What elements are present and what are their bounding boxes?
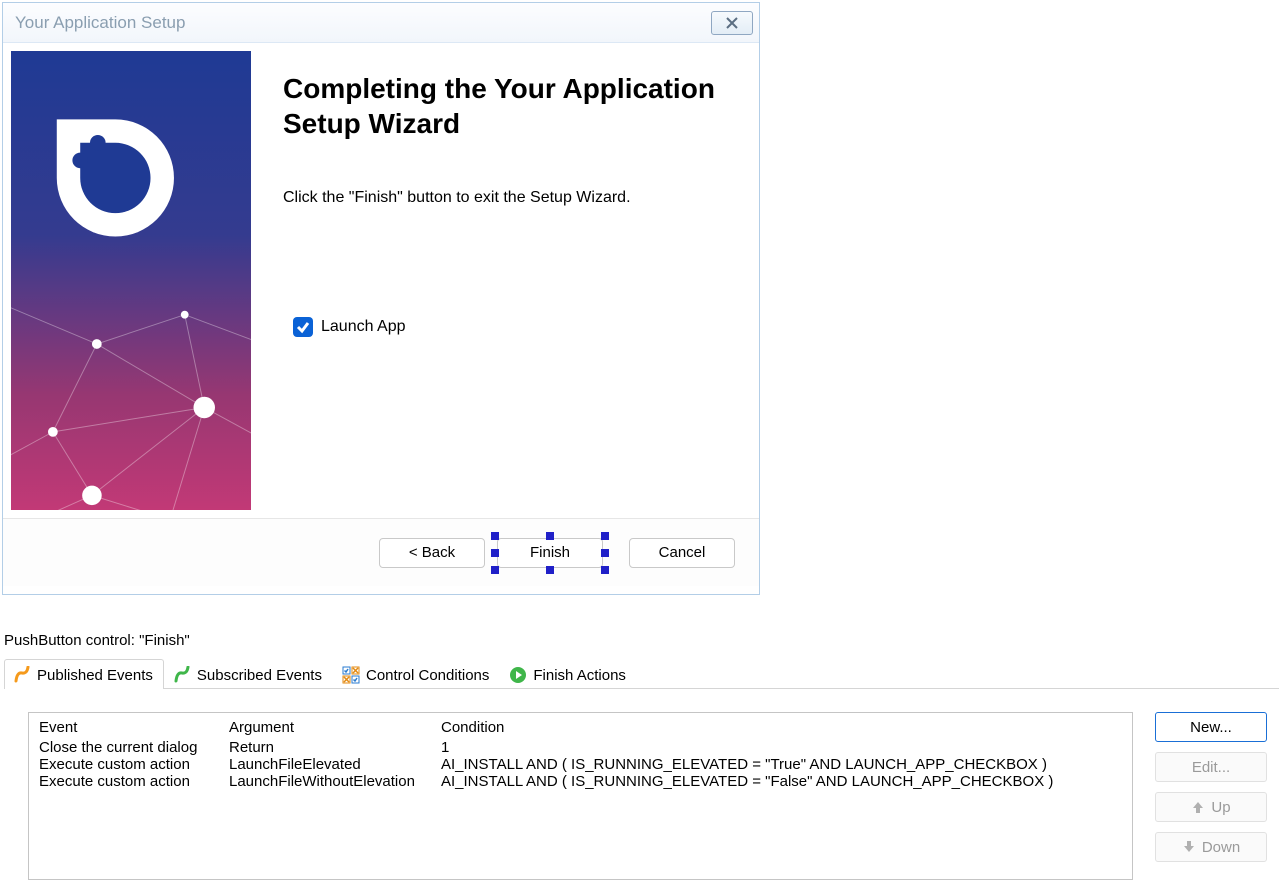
setup-wizard-dialog: Your Application Setup xyxy=(2,2,760,595)
close-icon xyxy=(725,16,739,30)
tab-label: Finish Actions xyxy=(533,667,626,684)
launch-app-label: Launch App xyxy=(321,318,406,336)
cell-argument: LaunchFileWithoutElevation xyxy=(229,773,441,790)
back-button[interactable]: < Back xyxy=(379,538,485,568)
published-events-icon xyxy=(13,666,31,684)
table-row[interactable]: Close the current dialog Return 1 xyxy=(39,739,1122,756)
tab-label: Control Conditions xyxy=(366,667,489,684)
banner-graphic-icon xyxy=(11,51,251,510)
published-events-panel: Event Argument Condition Close the curre… xyxy=(0,694,1283,884)
control-properties-title: PushButton control: "Finish" xyxy=(4,632,190,649)
tab-control-conditions[interactable]: Control Conditions xyxy=(333,659,500,689)
close-button[interactable] xyxy=(711,11,753,35)
checkmark-icon xyxy=(296,320,310,334)
selection-handle-icon[interactable] xyxy=(601,549,609,557)
finish-button-selected[interactable]: Finish xyxy=(493,534,607,572)
selection-handle-icon[interactable] xyxy=(546,532,554,540)
arrow-up-icon xyxy=(1191,800,1205,814)
finish-actions-icon xyxy=(509,666,527,684)
wizard-instruction: Click the "Finish" button to exit the Se… xyxy=(283,189,735,207)
events-side-buttons: New... Edit... Up Down xyxy=(1155,712,1267,880)
selection-handle-icon[interactable] xyxy=(491,549,499,557)
arrow-down-icon xyxy=(1182,840,1196,854)
move-up-button[interactable]: Up xyxy=(1155,792,1267,822)
selection-handle-icon[interactable] xyxy=(491,532,499,540)
tab-label: Subscribed Events xyxy=(197,667,322,684)
cell-event: Execute custom action xyxy=(39,756,229,773)
move-down-button[interactable]: Down xyxy=(1155,832,1267,862)
dialog-title: Your Application Setup xyxy=(9,13,185,33)
edit-event-button[interactable]: Edit... xyxy=(1155,752,1267,782)
finish-button[interactable]: Finish xyxy=(497,538,603,568)
selection-handle-icon[interactable] xyxy=(491,566,499,574)
table-header: Event Argument Condition xyxy=(39,719,1122,739)
subscribed-events-icon xyxy=(173,666,191,684)
selection-handle-icon[interactable] xyxy=(601,566,609,574)
cell-argument: LaunchFileElevated xyxy=(229,756,441,773)
properties-tabs: Published Events Subscribed Events Contr… xyxy=(4,658,1279,689)
tab-finish-actions[interactable]: Finish Actions xyxy=(500,659,637,689)
cancel-button[interactable]: Cancel xyxy=(629,538,735,568)
cell-condition: AI_INSTALL AND ( IS_RUNNING_ELEVATED = "… xyxy=(441,773,1122,790)
cell-event: Execute custom action xyxy=(39,773,229,790)
col-event-header: Event xyxy=(39,719,229,736)
wizard-banner xyxy=(11,51,251,510)
cell-argument: Return xyxy=(229,739,441,756)
tab-label: Published Events xyxy=(37,667,153,684)
tab-subscribed-events[interactable]: Subscribed Events xyxy=(164,659,333,689)
dialog-titlebar: Your Application Setup xyxy=(3,3,759,43)
events-table[interactable]: Event Argument Condition Close the curre… xyxy=(28,712,1133,880)
control-conditions-icon xyxy=(342,666,360,684)
launch-app-checkbox[interactable] xyxy=(293,317,313,337)
col-condition-header: Condition xyxy=(441,719,1122,736)
table-row[interactable]: Execute custom action LaunchFileElevated… xyxy=(39,756,1122,773)
wizard-main-area: Completing the Your Application Setup Wi… xyxy=(259,43,759,518)
tab-published-events[interactable]: Published Events xyxy=(4,659,164,689)
dialog-content: Completing the Your Application Setup Wi… xyxy=(3,43,759,518)
cell-event: Close the current dialog xyxy=(39,739,229,756)
table-row[interactable]: Execute custom action LaunchFileWithoutE… xyxy=(39,773,1122,790)
dialog-footer: < Back Finish Cancel xyxy=(3,518,759,586)
button-label: Up xyxy=(1211,799,1230,816)
col-argument-header: Argument xyxy=(229,719,441,736)
button-label: Down xyxy=(1202,839,1240,856)
new-event-button[interactable]: New... xyxy=(1155,712,1267,742)
selection-handle-icon[interactable] xyxy=(546,566,554,574)
wizard-heading: Completing the Your Application Setup Wi… xyxy=(283,71,735,141)
cell-condition: 1 xyxy=(441,739,1122,756)
launch-app-row: Launch App xyxy=(293,317,735,337)
selection-handızı-icon[interactable] xyxy=(601,532,609,540)
cell-condition: AI_INSTALL AND ( IS_RUNNING_ELEVATED = "… xyxy=(441,756,1122,773)
